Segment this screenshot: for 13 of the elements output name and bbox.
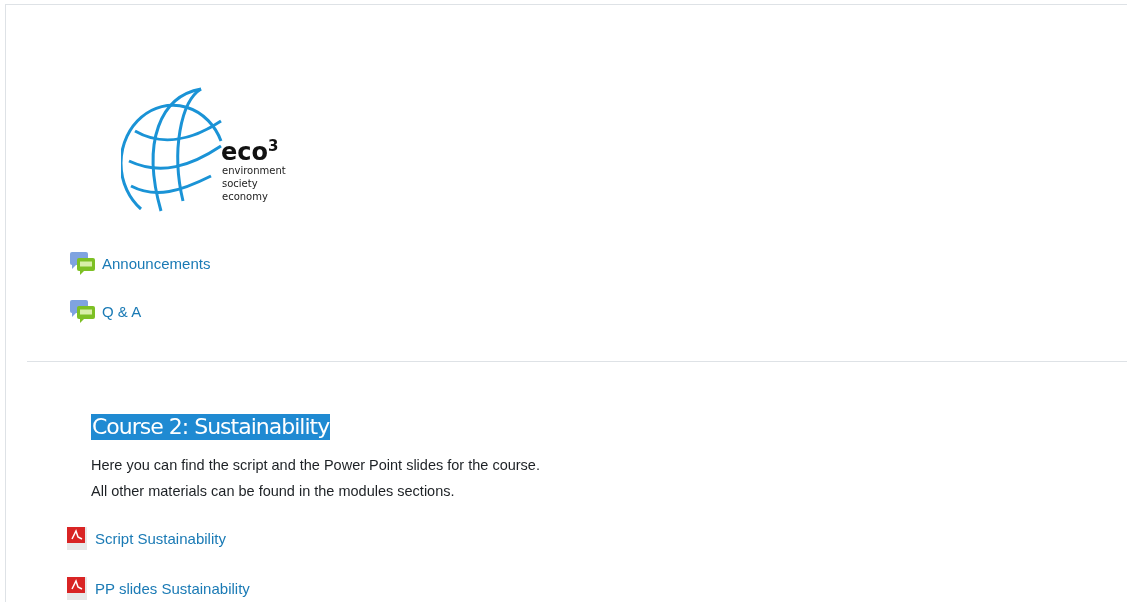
logo-title: eco$^{3}$ xyxy=(221,139,280,164)
section-summary: Here you can find the script and the Power Point slides for the course. All other materials can be found in the modules sections. xyxy=(91,456,541,501)
logo-tagline: environment xyxy=(222,164,286,177)
section-title: Course 2: Sustainability xyxy=(91,414,331,440)
pdf-file-icon xyxy=(65,525,89,551)
logo-tagline: economy xyxy=(222,190,269,203)
logo-tagline: society xyxy=(222,177,259,190)
chat-bubbles-icon xyxy=(69,251,96,275)
forum-link[interactable]: Announcements xyxy=(102,254,211,272)
file-link[interactable]: Script Sustainability xyxy=(95,529,226,547)
forum-link[interactable]: Q & A xyxy=(102,302,142,320)
file-link[interactable]: PP slides Sustainability xyxy=(95,579,250,597)
chat-bubbles-icon xyxy=(69,299,96,323)
